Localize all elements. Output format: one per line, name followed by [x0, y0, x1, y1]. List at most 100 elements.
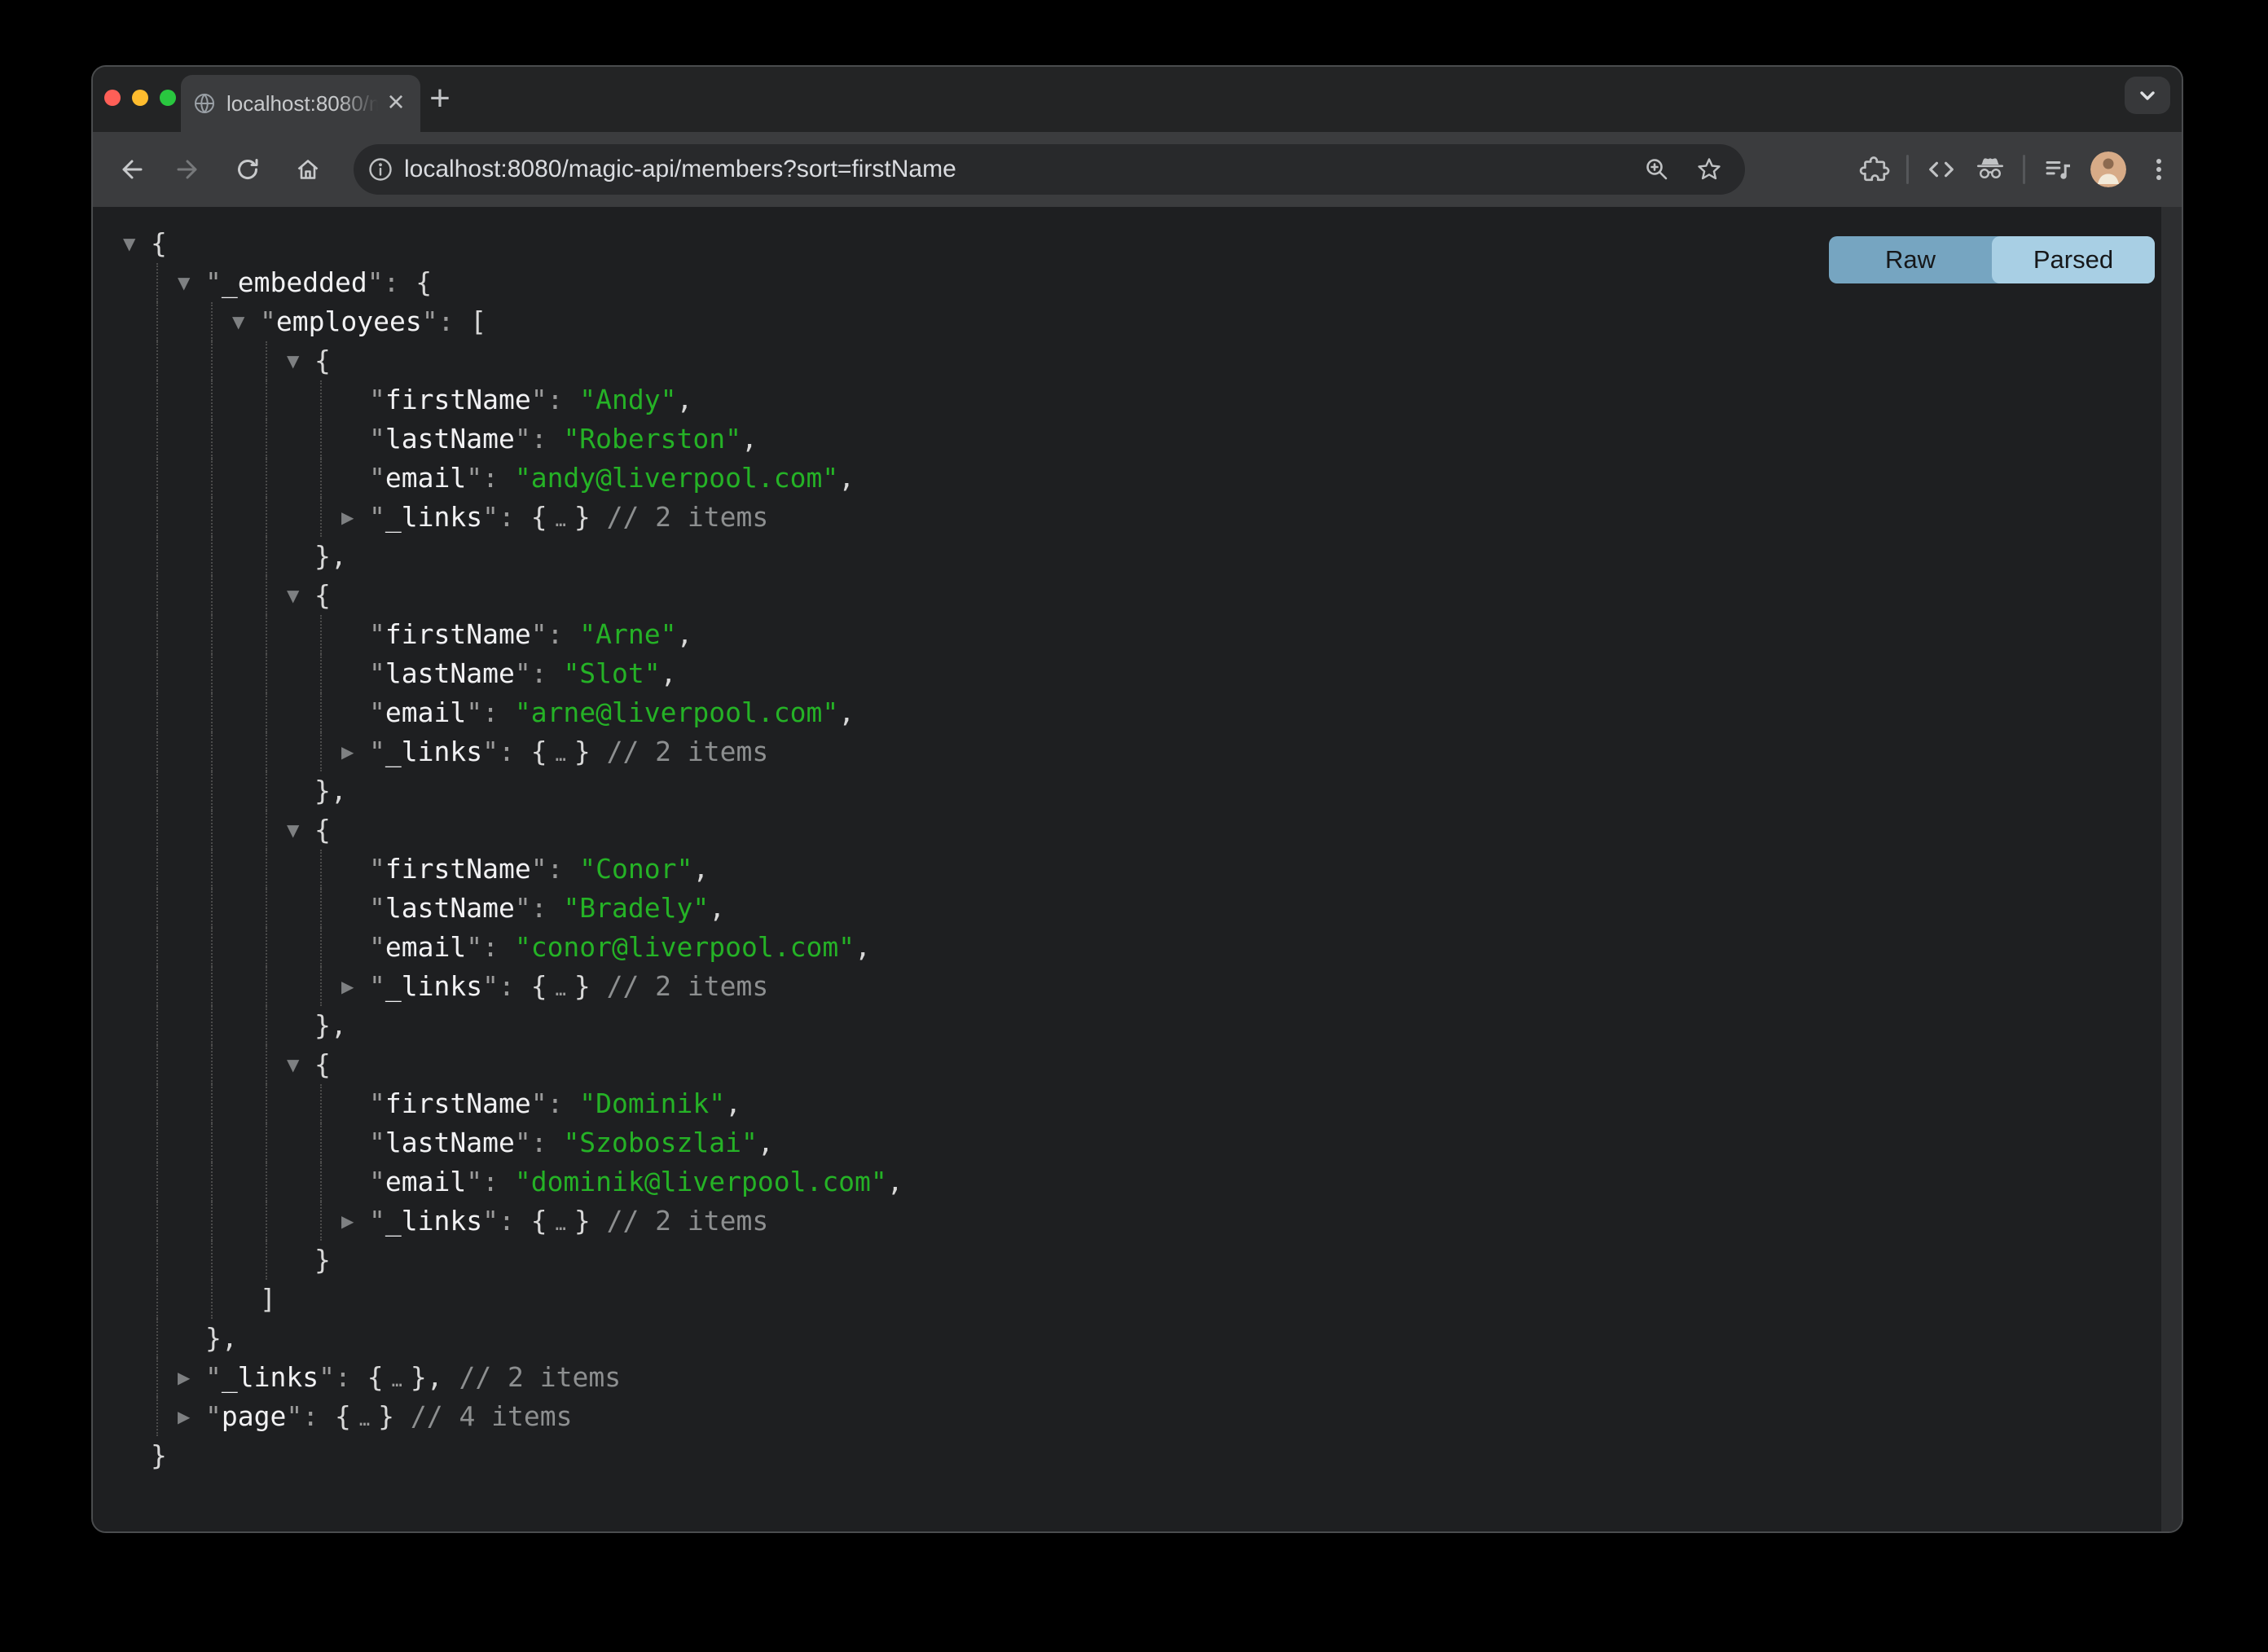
indent-guide	[211, 889, 213, 928]
indent-guide	[156, 263, 158, 302]
json-token: {	[151, 227, 167, 259]
indent-guide	[266, 537, 267, 576]
extensions-puzzle-icon[interactable]	[1857, 153, 1890, 186]
indent-guide	[156, 420, 158, 459]
json-token: firstName	[385, 1087, 531, 1119]
json-line: ▶"_links": {…} // 2 items	[93, 498, 2161, 537]
omnibox[interactable]: localhost:8080/magic-api/members?sort=fi…	[354, 144, 1745, 195]
indent-guide	[156, 576, 158, 615]
avatar[interactable]	[2090, 152, 2126, 187]
json-token: }	[574, 970, 591, 1002]
more-menu-icon[interactable]	[2143, 153, 2175, 186]
expand-toggle-icon[interactable]: ▶	[341, 498, 369, 537]
json-token: "	[369, 696, 385, 728]
indent-guide	[156, 1006, 158, 1045]
collapsed-ellipsis[interactable]: …	[556, 745, 566, 766]
indent-guide	[156, 1202, 158, 1241]
collapse-toggle-icon[interactable]: ▼	[287, 341, 314, 380]
indent-guide	[266, 341, 267, 380]
bookmark-star-icon[interactable]	[1694, 155, 1724, 184]
json-line: },	[93, 1319, 2161, 1358]
collapse-toggle-icon[interactable]: ▼	[232, 302, 260, 341]
json-token: ]	[260, 1283, 276, 1315]
media-playlist-icon[interactable]	[2042, 153, 2074, 186]
incognito-icon[interactable]	[1974, 153, 2006, 186]
json-token: }	[151, 1439, 167, 1471]
json-token: // 2 items	[591, 970, 769, 1002]
collapse-toggle-icon[interactable]: ▼	[287, 811, 314, 850]
collapsed-ellipsis[interactable]: …	[359, 1410, 370, 1430]
info-icon[interactable]	[367, 156, 394, 183]
json-token: "Andy"	[579, 384, 676, 415]
indent-guide	[211, 732, 213, 771]
indent-guide	[320, 1123, 322, 1162]
reload-button[interactable]	[233, 155, 262, 184]
expand-toggle-icon[interactable]: ▶	[178, 1397, 205, 1436]
code-icon[interactable]	[1925, 153, 1958, 186]
json-line: "lastName": "Slot",	[93, 654, 2161, 693]
indent-guide	[320, 693, 322, 732]
indent-guide	[320, 1162, 322, 1202]
collapse-toggle-icon[interactable]: ▼	[123, 224, 151, 263]
indent-guide	[266, 576, 267, 615]
indent-guide	[211, 850, 213, 889]
json-token: ":	[466, 931, 515, 963]
collapsed-ellipsis[interactable]: …	[392, 1371, 402, 1391]
indent-guide	[211, 1280, 213, 1319]
json-token: "Slot"	[563, 657, 660, 689]
json-token: "conor@liverpool.com"	[515, 931, 855, 963]
collapsed-ellipsis[interactable]: …	[556, 1215, 566, 1235]
indent-guide	[211, 1241, 213, 1280]
collapse-toggle-icon[interactable]: ▼	[287, 576, 314, 615]
json-token: ":	[482, 501, 531, 533]
json-token: _links	[385, 1205, 482, 1237]
indent-guide	[266, 1006, 267, 1045]
new-tab-plus-icon[interactable]: +	[422, 67, 458, 132]
collapse-toggle-icon[interactable]: ▼	[287, 1045, 314, 1084]
expand-toggle-icon[interactable]: ▶	[341, 732, 369, 771]
collapsed-ellipsis[interactable]: …	[556, 511, 566, 531]
browser-tab[interactable]: localhost:8080/magic-api/me ×	[181, 75, 420, 132]
traffic-light-zoom[interactable]	[160, 90, 176, 106]
zoom-in-icon[interactable]	[1642, 155, 1672, 184]
indent-guide	[211, 771, 213, 811]
parsed-button[interactable]: Parsed	[1992, 236, 2155, 283]
home-button[interactable]	[293, 155, 323, 184]
json-token: {	[314, 579, 331, 611]
json-token: // 2 items	[443, 1361, 622, 1393]
expand-toggle-icon[interactable]: ▶	[341, 967, 369, 1006]
indent-guide	[320, 967, 322, 1006]
indent-guide	[211, 1084, 213, 1123]
json-token: {	[335, 1400, 351, 1432]
indent-guide	[211, 811, 213, 850]
json-token: ":	[367, 266, 416, 298]
json-token: ,	[758, 1127, 774, 1158]
json-token: "	[369, 853, 385, 885]
toolbar-divider	[2023, 155, 2025, 184]
json-line: ▼{	[93, 1045, 2161, 1084]
indent-guide	[156, 1084, 158, 1123]
json-token: "Szoboszlai"	[563, 1127, 757, 1158]
json-token: ,	[661, 657, 677, 689]
close-icon[interactable]: ×	[380, 75, 412, 132]
traffic-light-minimize[interactable]	[132, 90, 148, 106]
indent-guide	[320, 1202, 322, 1241]
expand-toggle-icon[interactable]: ▶	[341, 1202, 369, 1241]
traffic-light-close[interactable]	[104, 90, 121, 106]
indent-guide	[266, 1123, 267, 1162]
expand-toggle-icon[interactable]: ▶	[178, 1358, 205, 1397]
json-token: {	[314, 345, 331, 376]
indent-guide	[156, 1319, 158, 1358]
indent-guide	[211, 459, 213, 498]
back-button[interactable]	[116, 155, 145, 184]
indent-guide	[320, 380, 322, 420]
tab-search-button[interactable]	[2125, 77, 2170, 114]
forward-button[interactable]	[174, 155, 204, 184]
indent-guide	[156, 615, 158, 654]
json-token: "	[205, 1400, 222, 1432]
json-token: page	[222, 1400, 286, 1432]
scrollbar[interactable]	[2161, 207, 2182, 1531]
collapse-toggle-icon[interactable]: ▼	[178, 263, 205, 302]
collapsed-ellipsis[interactable]: …	[556, 980, 566, 1000]
raw-button[interactable]: Raw	[1829, 236, 1992, 283]
